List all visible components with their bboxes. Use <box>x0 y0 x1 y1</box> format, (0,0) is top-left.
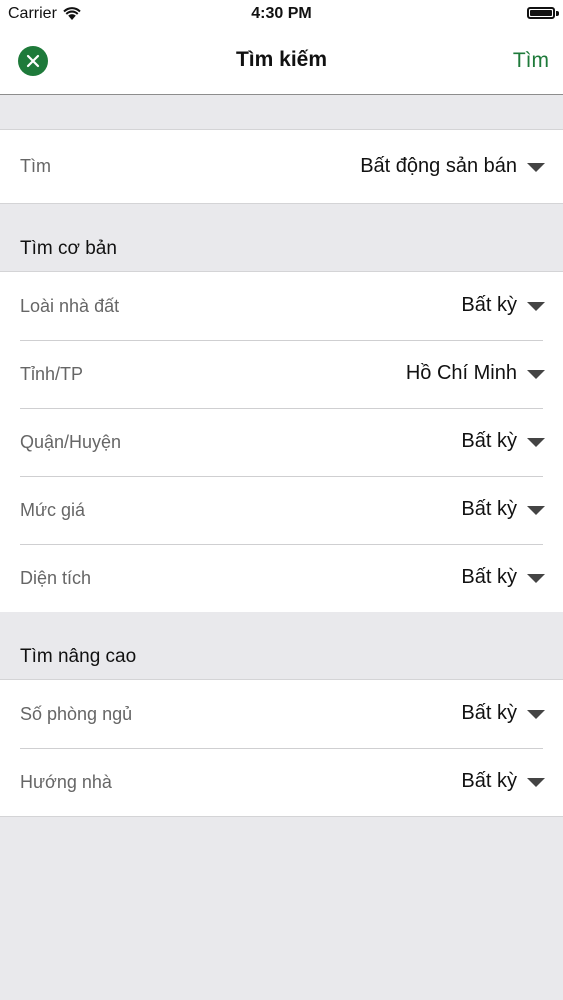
section-header-advanced: Tìm nâng cao <box>0 612 563 680</box>
search-button[interactable]: Tìm <box>513 49 549 73</box>
chevron-down-icon <box>527 778 545 787</box>
navigation-bar: Tìm kiếm Tìm <box>0 30 563 95</box>
row-value: Hồ Chí Minh <box>405 362 517 384</box>
row-value: Bất kỳ <box>461 702 517 724</box>
row-label: Mức giá <box>20 500 86 520</box>
row-district[interactable]: Quận/Huyện Bất kỳ <box>0 408 563 476</box>
row-value: Bất kỳ <box>461 498 517 520</box>
row-property-type[interactable]: Loài nhà đất Bất kỳ <box>0 272 563 340</box>
advanced-group: Số phòng ngủ Bất kỳ Hướng nhà Bất kỳ <box>0 679 563 817</box>
row-label: Số phòng ngủ <box>20 704 133 724</box>
status-time: 4:30 PM <box>251 5 312 22</box>
row-value: Bất kỳ <box>461 294 517 316</box>
row-bedrooms[interactable]: Số phòng ngủ Bất kỳ <box>0 680 563 748</box>
row-label: Loài nhà đất <box>20 296 120 316</box>
chevron-down-icon <box>527 163 545 172</box>
row-province[interactable]: Tỉnh/TP Hồ Chí Minh <box>0 340 563 408</box>
row-area[interactable]: Diện tích Bất kỳ <box>0 544 563 612</box>
search-type-value: Bất động sản bán <box>360 155 517 177</box>
search-type-group: Tìm Bất động sản bán <box>0 129 563 204</box>
chevron-down-icon <box>527 370 545 379</box>
row-value: Bất kỳ <box>461 566 517 588</box>
row-value: Bất kỳ <box>461 770 517 792</box>
battery-tip <box>556 11 559 16</box>
section-title-advanced: Tìm nâng cao <box>20 646 137 667</box>
row-price[interactable]: Mức giá Bất kỳ <box>0 476 563 544</box>
page-title: Tìm kiếm <box>235 48 328 71</box>
search-type-label: Tìm <box>20 156 51 176</box>
chevron-down-icon <box>527 302 545 311</box>
row-label: Diện tích <box>20 568 92 588</box>
row-value: Bất kỳ <box>461 430 517 452</box>
row-label: Tỉnh/TP <box>20 364 84 384</box>
section-title-basic: Tìm cơ bản <box>20 238 117 259</box>
row-label: Hướng nhà <box>20 772 112 792</box>
chevron-down-icon <box>527 506 545 515</box>
chevron-down-icon <box>527 438 545 447</box>
battery-icon <box>527 7 555 19</box>
search-type-row[interactable]: Tìm Bất động sản bán <box>0 130 563 203</box>
row-direction[interactable]: Hướng nhà Bất kỳ <box>0 748 563 816</box>
basic-group: Loài nhà đất Bất kỳ Tỉnh/TP Hồ Chí Minh … <box>0 271 563 613</box>
row-label: Quận/Huyện <box>20 432 122 452</box>
section-header-basic: Tìm cơ bản <box>0 204 563 272</box>
status-bar: Carrier 4:30 PM <box>0 0 563 30</box>
chevron-down-icon <box>527 710 545 719</box>
chevron-down-icon <box>527 574 545 583</box>
